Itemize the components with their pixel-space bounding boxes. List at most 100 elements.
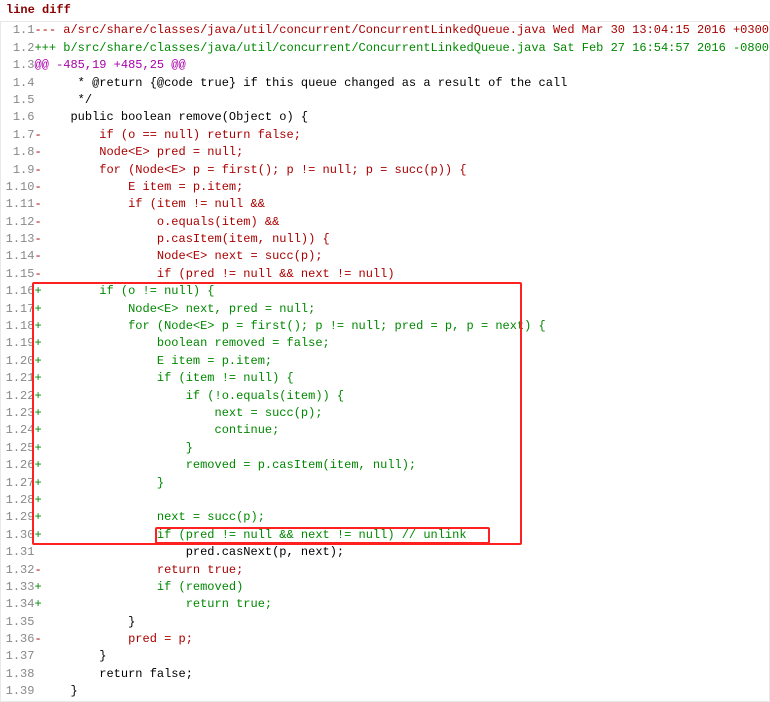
code-line: pred.casNext(p, next); <box>34 544 769 561</box>
code-line: --- a/src/share/classes/java/util/concur… <box>34 22 769 39</box>
diff-row: 1.24+ continue; <box>1 422 769 439</box>
line-number: 1.15 <box>1 266 34 283</box>
diff-row: 1.9- for (Node<E> p = first(); p != null… <box>1 162 769 179</box>
code-line: + return true; <box>34 596 769 613</box>
line-number: 1.33 <box>1 579 34 596</box>
code-line: + next = succ(p); <box>34 509 769 526</box>
code-line: - Node<E> next = succ(p); <box>34 248 769 265</box>
diff-row: 1.8- Node<E> pred = null; <box>1 144 769 161</box>
diff-row: 1.25+ } <box>1 440 769 457</box>
line-number: 1.6 <box>1 109 34 126</box>
diff-row: 1.16+ if (o != null) { <box>1 283 769 300</box>
diff-row: 1.14- Node<E> next = succ(p); <box>1 248 769 265</box>
code-line: - if (o == null) return false; <box>34 127 769 144</box>
line-number: 1.4 <box>1 75 34 92</box>
line-number: 1.17 <box>1 301 34 318</box>
line-number: 1.31 <box>1 544 34 561</box>
line-number: 1.21 <box>1 370 34 387</box>
code-line: * @return {@code true} if this queue cha… <box>34 75 769 92</box>
line-number: 1.25 <box>1 440 34 457</box>
diff-row: 1.1--- a/src/share/classes/java/util/con… <box>1 22 769 39</box>
line-number: 1.3 <box>1 57 34 74</box>
diff-row: 1.37 } <box>1 648 769 665</box>
diff-row: 1.33+ if (removed) <box>1 579 769 596</box>
diff-row: 1.27+ } <box>1 475 769 492</box>
line-number: 1.9 <box>1 162 34 179</box>
diff-row: 1.30+ if (pred != null && next != null) … <box>1 527 769 544</box>
line-number: 1.35 <box>1 614 34 631</box>
code-line: + if (removed) <box>34 579 769 596</box>
line-number: 1.11 <box>1 196 34 213</box>
diff-row: 1.32- return true; <box>1 562 769 579</box>
line-number: 1.29 <box>1 509 34 526</box>
line-number: 1.12 <box>1 214 34 231</box>
line-number: 1.27 <box>1 475 34 492</box>
code-line: + next = succ(p); <box>34 405 769 422</box>
code-line: - if (pred != null && next != null) <box>34 266 769 283</box>
code-line: +++ b/src/share/classes/java/util/concur… <box>34 40 769 57</box>
code-line: + if (pred != null && next != null) // u… <box>34 527 769 544</box>
code-line: + if (item != null) { <box>34 370 769 387</box>
line-number: 1.26 <box>1 457 34 474</box>
code-line: + if (!o.equals(item)) { <box>34 388 769 405</box>
code-line: + <box>34 492 769 509</box>
line-number: 1.32 <box>1 562 34 579</box>
diff-title: line diff <box>0 0 770 21</box>
line-number: 1.7 <box>1 127 34 144</box>
diff-row: 1.36- pred = p; <box>1 631 769 648</box>
code-line: - return true; <box>34 562 769 579</box>
diff-row: 1.6 public boolean remove(Object o) { <box>1 109 769 126</box>
line-number: 1.18 <box>1 318 34 335</box>
diff-container: line diff 1.1--- a/src/share/classes/jav… <box>0 0 770 702</box>
diff-row: 1.15- if (pred != null && next != null) <box>1 266 769 283</box>
diff-row: 1.20+ E item = p.item; <box>1 353 769 370</box>
line-number: 1.36 <box>1 631 34 648</box>
diff-row: 1.18+ for (Node<E> p = first(); p != nul… <box>1 318 769 335</box>
diff-row: 1.23+ next = succ(p); <box>1 405 769 422</box>
diff-row: 1.17+ Node<E> next, pred = null; <box>1 301 769 318</box>
code-line: + } <box>34 440 769 457</box>
diff-row: 1.7- if (o == null) return false; <box>1 127 769 144</box>
line-number: 1.1 <box>1 22 34 39</box>
line-number: 1.39 <box>1 683 34 700</box>
diff-row: 1.31 pred.casNext(p, next); <box>1 544 769 561</box>
code-line: - pred = p; <box>34 631 769 648</box>
code-line: @@ -485,19 +485,25 @@ <box>34 57 769 74</box>
code-line: - p.casItem(item, null)) { <box>34 231 769 248</box>
code-line: - o.equals(item) && <box>34 214 769 231</box>
code-line: } <box>34 683 769 700</box>
line-number: 1.5 <box>1 92 34 109</box>
line-number: 1.37 <box>1 648 34 665</box>
line-number: 1.13 <box>1 231 34 248</box>
line-number: 1.8 <box>1 144 34 161</box>
line-number: 1.16 <box>1 283 34 300</box>
diff-row: 1.10- E item = p.item; <box>1 179 769 196</box>
diff-row: 1.22+ if (!o.equals(item)) { <box>1 388 769 405</box>
diff-row: 1.39 } <box>1 683 769 700</box>
line-number: 1.30 <box>1 527 34 544</box>
code-line: + Node<E> next, pred = null; <box>34 301 769 318</box>
code-line: } <box>34 614 769 631</box>
diff-row: 1.38 return false; <box>1 666 769 683</box>
line-number: 1.34 <box>1 596 34 613</box>
code-line: + continue; <box>34 422 769 439</box>
code-line: - if (item != null && <box>34 196 769 213</box>
line-number: 1.20 <box>1 353 34 370</box>
diff-table: 1.1--- a/src/share/classes/java/util/con… <box>0 21 770 701</box>
diff-row: 1.34+ return true; <box>1 596 769 613</box>
code-line: */ <box>34 92 769 109</box>
diff-row: 1.2+++ b/src/share/classes/java/util/con… <box>1 40 769 57</box>
diff-row: 1.29+ next = succ(p); <box>1 509 769 526</box>
diff-row: 1.26+ removed = p.casItem(item, null); <box>1 457 769 474</box>
code-line: return false; <box>34 666 769 683</box>
diff-row: 1.19+ boolean removed = false; <box>1 335 769 352</box>
line-number: 1.10 <box>1 179 34 196</box>
diff-row: 1.12- o.equals(item) && <box>1 214 769 231</box>
line-number: 1.23 <box>1 405 34 422</box>
diff-row: 1.4 * @return {@code true} if this queue… <box>1 75 769 92</box>
line-number: 1.19 <box>1 335 34 352</box>
line-number: 1.28 <box>1 492 34 509</box>
diff-row: 1.28+ <box>1 492 769 509</box>
code-line: - E item = p.item; <box>34 179 769 196</box>
line-number: 1.22 <box>1 388 34 405</box>
